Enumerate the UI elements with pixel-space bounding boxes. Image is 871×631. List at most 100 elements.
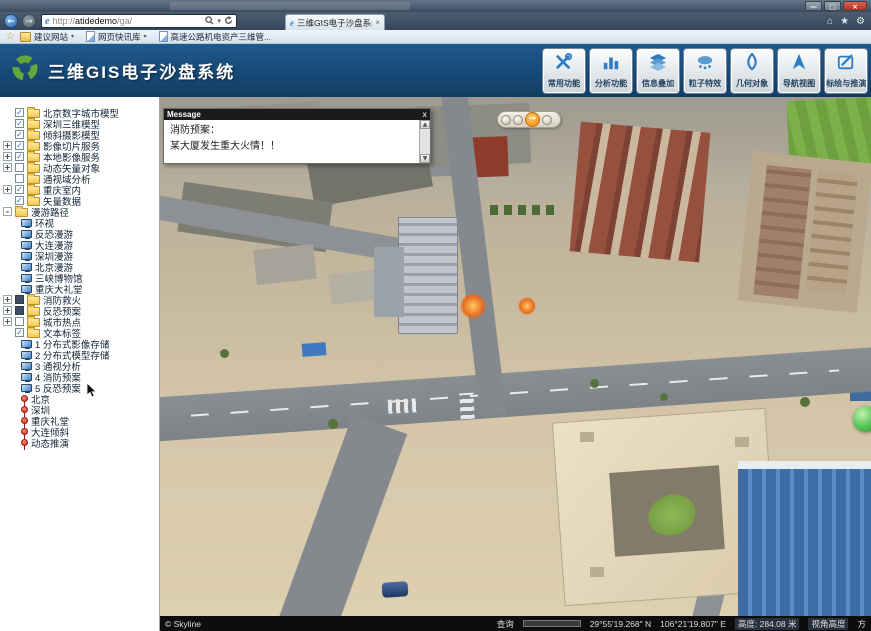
toolbar-button-label: 信息叠加 xyxy=(642,77,674,88)
checkbox-unchecked[interactable] xyxy=(15,317,24,326)
folder-icon xyxy=(27,175,40,184)
tab-favicon: e xyxy=(290,18,294,28)
checkbox-checked[interactable]: ✓ xyxy=(15,119,24,128)
toolbar-button-6[interactable]: 导航视图 xyxy=(777,48,821,94)
pill-button-1[interactable] xyxy=(501,115,511,125)
pill-button-2[interactable] xyxy=(513,115,523,125)
expand-icon[interactable]: + xyxy=(3,306,12,315)
navigation-pill-control[interactable]: → xyxy=(497,111,561,128)
search-icon[interactable] xyxy=(205,12,214,30)
favorites-icon[interactable]: ★ xyxy=(840,16,849,27)
tree-item[interactable]: 重庆礼堂 xyxy=(0,415,159,426)
folder-icon xyxy=(27,307,40,316)
tree-item-label[interactable]: 动态推演 xyxy=(31,436,69,450)
expander-spacer xyxy=(3,119,12,128)
settings-gear-icon[interactable]: ⚙ xyxy=(856,16,865,27)
map-3d-view[interactable]: Message x 消防预案：某大厦发生重大火情！！ ▲ ▼ → xyxy=(160,97,871,616)
expand-icon[interactable]: + xyxy=(3,185,12,194)
refresh-icon[interactable] xyxy=(224,12,233,30)
expand-icon[interactable]: + xyxy=(3,163,12,172)
tree-item[interactable]: 5 反恐预案 xyxy=(0,382,159,393)
monitor-icon xyxy=(21,263,32,271)
expand-icon[interactable]: + xyxy=(3,317,12,326)
toolbar-button-label: 导航视图 xyxy=(783,77,815,88)
tree-item[interactable]: 大连漫游 xyxy=(0,239,159,250)
home-icon[interactable]: ⌂ xyxy=(827,16,833,27)
minimize-button[interactable]: — xyxy=(805,1,822,11)
back-button[interactable]: ← xyxy=(4,14,18,28)
tree xyxy=(660,393,668,401)
toolbar-button-7[interactable]: 标绘与推演 xyxy=(824,48,868,94)
folder-icon xyxy=(15,208,28,217)
checkbox-checked[interactable]: ✓ xyxy=(15,108,24,117)
message-popup-body: 消防预案：某大厦发生重大火情！！ xyxy=(164,120,419,163)
folder-icon xyxy=(27,164,40,173)
layer-tree-panel[interactable]: ✓北京数字城市模型✓深圳三维模型✓倾斜摄影模型+✓影像切片服务+✓本地影像服务+… xyxy=(0,97,160,631)
message-popup[interactable]: Message x 消防预案：某大厦发生重大火情！！ ▲ ▼ xyxy=(163,108,431,164)
tree-item[interactable]: 大连倾斜 xyxy=(0,426,159,437)
checkbox-partial[interactable] xyxy=(15,306,24,315)
browser-tab[interactable]: e 三维GIS电子沙盘系统 × xyxy=(285,14,385,30)
window-titlebar[interactable]: — □ × xyxy=(0,0,871,12)
tree-item[interactable]: ✓矢量数据 xyxy=(0,195,159,206)
roof-vent xyxy=(590,567,604,577)
checkbox-checked[interactable]: ✓ xyxy=(15,328,24,337)
pill-play-button[interactable]: → xyxy=(525,112,540,127)
message-close-icon[interactable]: x xyxy=(423,110,427,119)
favorites-item-label: 建议网站 xyxy=(34,31,68,43)
expand-icon[interactable]: + xyxy=(3,141,12,150)
favorites-bar: ☆ 建议网站▾ 网页快讯库▾ 高速公路机电资产三维管... xyxy=(0,30,871,44)
collapse-icon[interactable]: - xyxy=(3,207,12,216)
pin-icon xyxy=(21,406,28,413)
expander-spacer xyxy=(3,130,12,139)
toolbar-button-2[interactable]: 分析功能 xyxy=(589,48,633,94)
checkbox-unchecked[interactable] xyxy=(15,163,24,172)
tree-item[interactable]: 动态推演 xyxy=(0,437,159,448)
checkbox-partial[interactable] xyxy=(15,295,24,304)
favorites-bar-item[interactable]: 高速公路机电资产三维管... xyxy=(159,31,272,43)
tree-item[interactable]: 深圳 xyxy=(0,404,159,415)
toolbar-button-5[interactable]: 几何对象 xyxy=(730,48,774,94)
message-popup-titlebar[interactable]: Message x xyxy=(164,109,430,120)
favorites-bar-item[interactable]: 建议网站▾ xyxy=(20,31,74,43)
maximize-button[interactable]: □ xyxy=(824,1,841,11)
toolbar-button-1[interactable]: 常用功能 xyxy=(542,48,586,94)
tree-item[interactable]: -漫游路径 xyxy=(0,206,159,217)
toolbar-button-3[interactable]: 信息叠加 xyxy=(636,48,680,94)
expander-spacer xyxy=(3,196,12,205)
checkbox-unchecked[interactable] xyxy=(15,174,24,183)
pin-icon xyxy=(21,417,28,424)
tree-item[interactable]: 深圳漫游 xyxy=(0,250,159,261)
tree-item[interactable]: 北京 xyxy=(0,393,159,404)
checkbox-checked[interactable]: ✓ xyxy=(15,196,24,205)
message-scrollbar[interactable]: ▲ ▼ xyxy=(419,120,430,163)
favorites-bar-item[interactable]: 网页快讯库▾ xyxy=(86,31,147,43)
expand-icon[interactable]: + xyxy=(3,152,12,161)
scroll-down-icon[interactable]: ▼ xyxy=(420,154,430,163)
expand-icon[interactable]: + xyxy=(3,295,12,304)
app-logo-icon xyxy=(10,53,40,88)
checkbox-checked[interactable]: ✓ xyxy=(15,152,24,161)
address-bar[interactable]: e http://atidedemo/ga/ ▾ xyxy=(41,14,237,28)
address-dropdown-icon[interactable]: ▾ xyxy=(217,17,221,25)
forward-button[interactable]: → xyxy=(22,14,36,28)
tree-item[interactable]: 反恐漫游 xyxy=(0,228,159,239)
map-navigation-sphere[interactable] xyxy=(853,406,871,432)
pill-button-3[interactable] xyxy=(542,115,552,125)
scroll-up-icon[interactable]: ▲ xyxy=(420,120,430,129)
checkbox-checked[interactable]: ✓ xyxy=(15,185,24,194)
favorites-item-label: 高速公路机电资产三维管... xyxy=(171,31,272,43)
folder-icon xyxy=(27,131,40,140)
monitor-icon xyxy=(21,241,32,249)
tree-item[interactable]: 环视 xyxy=(0,217,159,228)
tab-close-icon[interactable]: × xyxy=(375,18,380,27)
building-block xyxy=(374,247,404,317)
toolbar-button-4[interactable]: 粒子特效 xyxy=(683,48,727,94)
folder-icon xyxy=(27,186,40,195)
add-favorite-star-icon[interactable]: ☆ xyxy=(6,31,15,42)
status-view-height: 视角高度 xyxy=(808,618,848,630)
checkbox-checked[interactable]: ✓ xyxy=(15,141,24,150)
url-text[interactable]: http://atidedemo/ga/ xyxy=(52,16,205,26)
close-button[interactable]: × xyxy=(843,1,867,11)
checkbox-checked[interactable]: ✓ xyxy=(15,130,24,139)
